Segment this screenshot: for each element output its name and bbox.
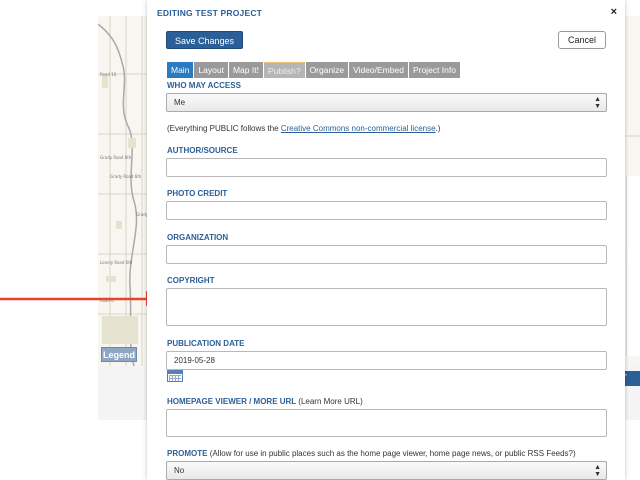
creative-commons-link[interactable]: Creative Commons non-commercial license bbox=[281, 124, 436, 133]
close-icon[interactable]: × bbox=[611, 6, 617, 18]
publication-date-label: PUBLICATION DATE bbox=[167, 339, 245, 348]
promote-label-text: PROMOTE bbox=[167, 449, 208, 458]
tab-bar: Main Layout Map It! Publish? Organize Vi… bbox=[167, 62, 460, 78]
public-license-note: (Everything PUBLIC follows the Creative … bbox=[167, 124, 440, 133]
note-text-end: .) bbox=[435, 124, 441, 133]
map-label: Grady Road 6th bbox=[110, 174, 142, 179]
promote-note: (Allow for use in public places such as … bbox=[209, 449, 576, 458]
note-text: (Everything PUBLIC follows the bbox=[167, 124, 281, 133]
promote-value: No bbox=[174, 466, 185, 475]
tab-project-info[interactable]: Project Info bbox=[408, 62, 460, 78]
dialog-title: EDITING TEST PROJECT bbox=[157, 8, 263, 18]
photo-credit-input[interactable] bbox=[166, 201, 607, 220]
tab-publish[interactable]: Publish? bbox=[263, 62, 305, 78]
organization-input[interactable] bbox=[166, 245, 607, 264]
map-label: Grady Road 6th bbox=[100, 155, 132, 160]
publication-date-input[interactable]: 2019-05-28 bbox=[166, 351, 607, 370]
tab-main[interactable]: Main bbox=[167, 62, 194, 78]
tab-video-embed[interactable]: Video/Embed bbox=[349, 62, 408, 78]
who-may-access-select[interactable]: Me ▲ ▼ bbox=[166, 93, 607, 112]
promote-select[interactable]: No ▲ ▼ bbox=[166, 461, 607, 480]
tab-layout[interactable]: Layout bbox=[194, 62, 228, 78]
promote-label: PROMOTE (Allow for use in public places … bbox=[167, 449, 576, 458]
tab-organize[interactable]: Organize bbox=[305, 62, 349, 78]
homepage-url-label: HOMEPAGE VIEWER / MORE URL (Learn More U… bbox=[167, 397, 363, 406]
edit-project-dialog: EDITING TEST PROJECT × Save Changes Canc… bbox=[147, 0, 625, 480]
legend-button[interactable]: Legend bbox=[101, 347, 137, 362]
author-source-input[interactable] bbox=[166, 158, 607, 177]
organization-label: ORGANIZATION bbox=[167, 233, 229, 242]
cancel-button[interactable]: Cancel bbox=[558, 31, 606, 49]
select-arrows-icon: ▲ ▼ bbox=[594, 96, 601, 110]
homepage-url-label-text: HOMEPAGE VIEWER / MORE URL bbox=[167, 397, 297, 406]
author-source-label: AUTHOR/SOURCE bbox=[167, 146, 238, 155]
red-arrow-annotation bbox=[0, 291, 162, 306]
right-panel-edge bbox=[626, 176, 640, 356]
who-may-access-value: Me bbox=[174, 98, 186, 107]
copyright-textarea[interactable] bbox=[166, 288, 607, 326]
calendar-icon[interactable] bbox=[167, 370, 183, 382]
homepage-url-note: (Learn More URL) bbox=[298, 397, 363, 406]
who-may-access-label: WHO MAY ACCESS bbox=[167, 81, 241, 90]
copyright-label: COPYRIGHT bbox=[167, 276, 215, 285]
photo-credit-label: PHOTO CREDIT bbox=[167, 189, 228, 198]
tab-map-it[interactable]: Map It! bbox=[228, 62, 263, 78]
select-arrows-icon: ▲ ▼ bbox=[594, 464, 601, 478]
homepage-url-textarea[interactable] bbox=[166, 409, 607, 437]
save-changes-button[interactable]: Save Changes bbox=[166, 31, 243, 49]
map-label: Road 16 bbox=[100, 72, 117, 77]
map-label: Lonely Road 6th bbox=[100, 260, 133, 265]
